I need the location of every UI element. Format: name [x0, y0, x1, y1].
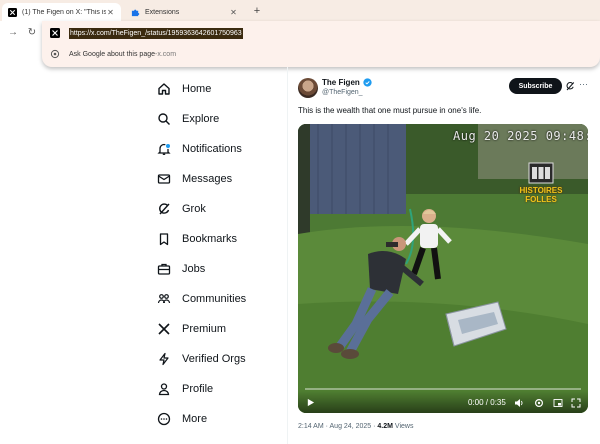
nav-home[interactable]: Home	[156, 77, 286, 101]
tab-strip: (1) The Figen on X: "This is the ✕ Exten…	[0, 0, 600, 21]
video-controls	[298, 391, 588, 413]
nav-jobs[interactable]: Jobs	[156, 257, 286, 281]
tab-extensions[interactable]: Extensions ✕	[125, 3, 244, 21]
avatar[interactable]	[298, 78, 318, 98]
forward-arrow-icon[interactable]: →	[6, 26, 20, 40]
nav-label: Jobs	[182, 263, 206, 275]
nav-verified-orgs[interactable]: Verified Orgs	[156, 347, 286, 371]
search-icon	[156, 111, 172, 127]
author-handle[interactable]: @TheFigen_	[322, 89, 363, 96]
nav-messages[interactable]: Messages	[156, 167, 286, 191]
nav-label: Communities	[182, 293, 247, 305]
close-icon[interactable]: ✕	[106, 8, 115, 17]
nav-grok[interactable]: Grok	[156, 197, 286, 221]
video-player[interactable]: Aug 20 2025 09:48: HISTOIRES FOLLES 0:00…	[298, 124, 588, 413]
tab-title: (1) The Figen on X: "This is the	[22, 8, 106, 16]
lightning-icon	[156, 351, 172, 367]
subscribe-button[interactable]: Subscribe	[509, 78, 562, 94]
watermark-text: HISTOIRES FOLLES	[519, 186, 563, 204]
views-count: 4.2M	[377, 423, 393, 430]
nav-label: More	[182, 413, 208, 425]
x-logo-icon	[8, 7, 17, 17]
more-circle-icon	[156, 411, 172, 427]
nav-label: Messages	[182, 173, 233, 185]
suggestion-text: Ask Google about this page	[69, 50, 156, 58]
tab-title: Extensions	[145, 8, 180, 16]
grok-icon	[156, 201, 172, 217]
bell-icon	[156, 141, 172, 157]
column-divider	[287, 67, 288, 444]
nav-explore[interactable]: Explore	[156, 107, 286, 131]
reload-icon[interactable]: ↻	[25, 26, 39, 40]
nav-profile[interactable]: Profile	[156, 377, 286, 401]
post-text: This is the wealth that one must pursue …	[298, 106, 482, 115]
nav-label: Bookmarks	[182, 233, 238, 245]
nav-label: Home	[182, 83, 212, 95]
new-tab-button[interactable]: +	[250, 3, 264, 19]
briefcase-icon	[156, 261, 172, 277]
tab-x-post[interactable]: (1) The Figen on X: "This is the ✕	[2, 3, 121, 21]
film-reel-icon	[528, 162, 554, 184]
nav-notifications[interactable]: Notifications	[156, 137, 286, 161]
views-label: Views	[392, 423, 414, 430]
puzzle-icon	[131, 8, 140, 17]
home-icon	[156, 81, 172, 97]
mail-icon	[156, 171, 172, 187]
omnibox-suggestion[interactable]: Ask Google about this page - x.com	[50, 48, 176, 60]
fullscreen-icon[interactable]	[571, 398, 581, 408]
more-options-icon[interactable]: ···	[579, 79, 588, 89]
author-name[interactable]: The Figen	[322, 78, 360, 87]
omnibox-dropdown: https://x.com/TheFigen_/status/195936364…	[42, 21, 600, 67]
nav-label: Grok	[182, 203, 206, 215]
nav-label: Profile	[182, 383, 214, 395]
nav-label: Notifications	[182, 143, 242, 155]
post-meta: 2:14 AM · Aug 24, 2025 · 4.2M Views	[298, 423, 413, 430]
bookmark-icon	[156, 231, 172, 247]
x-logo-icon	[50, 28, 60, 38]
play-icon[interactable]	[306, 398, 315, 407]
nav-premium[interactable]: Premium	[156, 317, 286, 341]
video-timestamp: Aug 20 2025 09:48:	[453, 129, 588, 143]
video-progress-bar[interactable]	[305, 388, 581, 390]
nav-bookmarks[interactable]: Bookmarks	[156, 227, 286, 251]
author-name-row[interactable]: The Figen	[322, 78, 372, 87]
video-time: 0:00 / 0:35	[468, 398, 506, 407]
volume-icon[interactable]	[514, 398, 524, 408]
nav-label: Explore	[182, 113, 220, 125]
google-lens-icon	[50, 49, 60, 59]
url-text[interactable]: https://x.com/TheFigen_/status/195936364…	[69, 27, 243, 39]
close-icon[interactable]: ✕	[229, 8, 238, 17]
nav-more[interactable]: More	[156, 407, 286, 431]
nav-label: Premium	[182, 323, 227, 335]
nav-label: Verified Orgs	[182, 353, 246, 365]
post-timestamp[interactable]: 2:14 AM · Aug 24, 2025 ·	[298, 423, 377, 430]
person-icon	[156, 381, 172, 397]
pip-icon[interactable]	[553, 398, 563, 408]
suggestion-domain: x.com	[157, 50, 177, 58]
notification-badge	[165, 143, 171, 149]
people-icon	[156, 291, 172, 307]
verified-badge-icon	[363, 78, 372, 87]
watermark-logo: HISTOIRES FOLLES	[511, 160, 571, 210]
nav-communities[interactable]: Communities	[156, 287, 286, 311]
grok-icon[interactable]	[565, 81, 575, 91]
omnibox-url-row[interactable]: https://x.com/TheFigen_/status/195936364…	[50, 26, 243, 40]
x-logo-icon	[156, 321, 172, 337]
settings-icon[interactable]	[534, 398, 544, 408]
